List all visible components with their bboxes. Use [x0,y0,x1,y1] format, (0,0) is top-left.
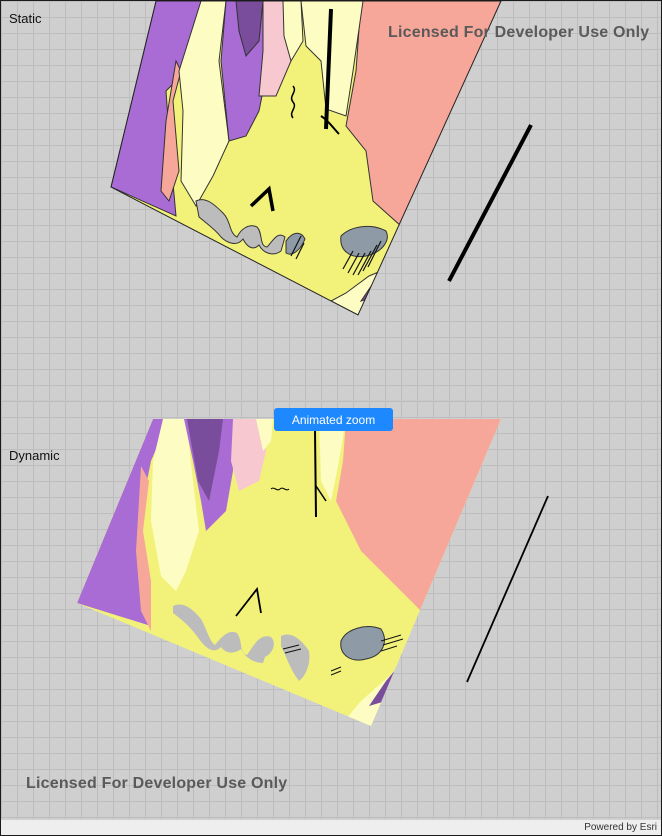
dynamic-geology-layer [77,419,549,726]
dynamic-map-view[interactable]: Animated zoom Dynamic Licensed For Devel… [1,401,661,819]
static-license-watermark: Licensed For Developer Use Only [388,24,650,41]
animated-zoom-button[interactable]: Animated zoom [274,408,393,431]
standalone-fault-line-dynamic [466,495,549,683]
static-view-label: Static [9,11,42,26]
dynamic-license-watermark: Licensed For Developer Use Only [26,775,288,792]
attribution-bar: Powered by Esri [1,819,661,835]
attribution-text[interactable]: Powered by Esri [584,822,657,833]
static-map-view[interactable]: Static Licensed For Developer Use Only [1,1,661,401]
static-geology-layer [110,1,533,316]
app-frame: Static Licensed For Developer Use Only A… [0,0,662,836]
dynamic-view-label: Dynamic [9,448,60,463]
standalone-fault-line-static [447,124,533,282]
